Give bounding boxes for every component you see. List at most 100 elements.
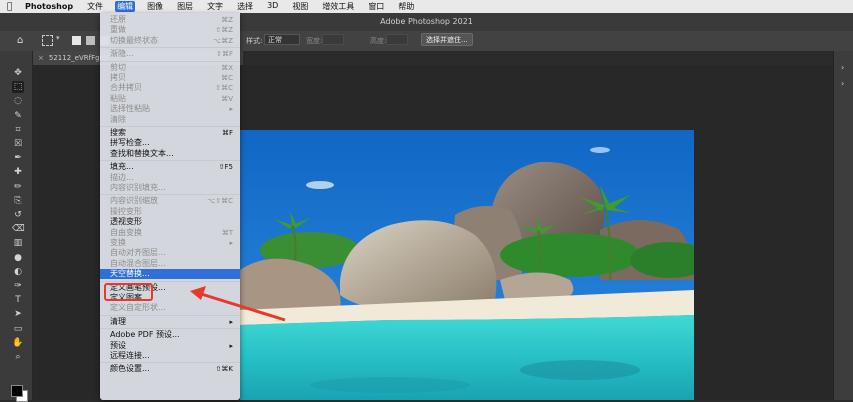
menu-item-label: 切换最终状态 <box>110 35 158 45</box>
path-select-icon[interactable]: ➤ <box>12 308 24 320</box>
hand-icon[interactable]: ✋ <box>12 337 24 349</box>
menu-item-shortcut: ⇧⌘F <box>216 50 233 59</box>
edit-menu-item: 变换 ▸ <box>100 238 240 248</box>
menu-item[interactable]: 窗口 <box>366 1 386 12</box>
edit-menu-item: 还原 ⌘Z <box>100 15 240 25</box>
style-select[interactable]: 正常 <box>264 34 300 45</box>
menu-item-label: 自由变换 <box>110 227 142 237</box>
menu-item-shortcut: ⌘X <box>221 63 233 72</box>
menu-item-shortcut: ⌘Z <box>221 16 233 24</box>
brush-icon[interactable]: ✏ <box>12 181 24 193</box>
window-title: Adobe Photoshop 2021 <box>380 17 473 26</box>
edit-menu-item: 剪切 ⌘X <box>100 63 240 73</box>
menu-item[interactable]: 图像 <box>145 1 165 12</box>
menu-item-sky-replacement[interactable]: 天空替换... <box>100 269 240 280</box>
menu-item[interactable]: 增效工具 <box>320 1 356 12</box>
gradient-icon[interactable]: ▥ <box>12 237 24 249</box>
menu-item-shortcut: ⇧⌘C <box>215 84 233 93</box>
eyedropper-icon[interactable]: ✒ <box>12 152 24 164</box>
close-tab-icon[interactable]: × <box>38 54 44 62</box>
new-selection-icon[interactable] <box>72 36 81 45</box>
select-and-mask-button[interactable]: 选择并遮住... <box>421 33 473 46</box>
app-menu[interactable]: Photoshop <box>25 2 73 11</box>
menu-item-label: 粘贴 <box>110 93 126 103</box>
style-select-value: 正常 <box>268 36 282 44</box>
edit-menu-item: 描边... <box>100 173 240 183</box>
quick-select-icon[interactable]: ✎ <box>12 110 24 122</box>
healing-icon[interactable]: ✚ <box>12 166 24 178</box>
marquee-preset-icon[interactable] <box>42 35 53 46</box>
menu-item-label: 渐隐... <box>110 49 134 59</box>
beach-photo <box>240 130 694 400</box>
edit-menu-item[interactable]: 清理 ▸ <box>100 317 240 327</box>
menu-item-label: 内容识别填充... <box>110 183 166 192</box>
edit-menu-item: 内容识别缩放 ⌥⇧⌘C <box>100 196 240 206</box>
apple-icon[interactable]:  <box>7 2 17 12</box>
frame-icon[interactable]: ☒ <box>12 138 24 150</box>
menu-item[interactable]: 文字 <box>205 1 225 12</box>
menu-item[interactable]: 选择 <box>235 1 255 12</box>
crop-icon[interactable]: ⌗ <box>12 124 24 136</box>
submenu-arrow-icon: ▸ <box>229 317 233 326</box>
style-label: 样式: <box>246 37 263 45</box>
height-field[interactable] <box>386 34 408 45</box>
history-brush-icon[interactable]: ↺ <box>12 209 24 221</box>
right-panel-strip: › › <box>833 51 853 400</box>
menu-item[interactable]: 编辑 <box>115 1 136 12</box>
home-icon[interactable]: ⌂ <box>17 35 23 46</box>
menu-item-label: 描边... <box>110 172 134 182</box>
pen-icon[interactable]: ✑ <box>12 280 24 292</box>
menu-item[interactable]: 3D <box>265 1 280 12</box>
dodge-icon[interactable]: ◐ <box>12 266 24 278</box>
menu-item-shortcut: ⌘C <box>221 74 233 82</box>
panel-toggle-icon[interactable]: › <box>841 63 844 72</box>
menu-item[interactable]: 视图 <box>290 1 310 12</box>
edit-menu-item[interactable]: 填充... ⇧F5 <box>100 162 240 172</box>
menu-separator <box>100 280 240 282</box>
edit-menu-item[interactable]: 远程连接... <box>100 351 240 361</box>
menu-item[interactable]: 帮助 <box>396 1 416 12</box>
height-label: 高度: <box>370 37 387 45</box>
menu-item-label: 透视变形 <box>110 217 142 227</box>
menu-item-shortcut: ⌘V <box>221 94 233 103</box>
menu-item[interactable]: 图层 <box>175 1 195 12</box>
edit-menu-item: 清除 <box>100 115 240 125</box>
zoom-icon[interactable]: ⌕ <box>12 351 24 363</box>
foreground-color-swatch[interactable] <box>11 385 23 397</box>
edit-menu-item[interactable]: Adobe PDF 预设... <box>100 330 240 340</box>
menu-separator <box>100 60 240 62</box>
rectangle-icon[interactable]: ▭ <box>12 323 24 335</box>
edit-menu-item: 渐隐... ⇧⌘F <box>100 49 240 59</box>
edit-menu-item: 切换最终状态 ⌥⌘Z <box>100 36 240 46</box>
edit-menu-item: 自动对齐图层... <box>100 248 240 258</box>
edit-menu-item[interactable]: 透视变形 <box>100 217 240 227</box>
menu-item[interactable]: 文件 <box>85 1 105 12</box>
blur-icon[interactable]: ● <box>12 252 24 264</box>
add-selection-icon[interactable] <box>86 36 95 45</box>
marquee-icon[interactable]: ⬚ <box>12 81 24 94</box>
chevron-down-icon[interactable]: ▾ <box>56 34 60 42</box>
menu-separator <box>100 314 240 316</box>
menu-item-label: 天空替换... <box>110 269 150 279</box>
edit-menu-item[interactable]: 预设 ▸ <box>100 341 240 351</box>
menu-item-label: 颜色设置... <box>110 364 150 374</box>
menu-item-label: 定义自定形状... <box>110 303 166 313</box>
menu-item-shortcut: ⇧⌘Z <box>215 26 233 35</box>
submenu-arrow-icon: ▸ <box>229 341 233 350</box>
edit-menu-item[interactable]: 查找和替换文本... <box>100 149 240 159</box>
edit-menu-item: 合并拷贝 ⇧⌘C <box>100 83 240 93</box>
highlight-box <box>104 283 153 301</box>
edit-menu-item[interactable]: 搜索 ⌘F <box>100 128 240 138</box>
panel-toggle-icon[interactable]: › <box>841 79 844 88</box>
stamp-icon[interactable]: ⎘ <box>12 195 24 207</box>
menu-separator <box>100 126 240 127</box>
lasso-icon[interactable]: ◌ <box>12 95 24 107</box>
type-icon[interactable]: T <box>12 294 24 306</box>
edit-menu-item: 粘贴 ⌘V <box>100 94 240 104</box>
menu-item-label: 自动混合图层... <box>110 258 166 268</box>
edit-menu-item[interactable]: 颜色设置... ⇧⌘K <box>100 364 240 374</box>
move-icon[interactable]: ✥ <box>12 67 24 79</box>
edit-menu-item[interactable]: 拼写检查... <box>100 138 240 148</box>
width-field[interactable] <box>322 34 344 45</box>
eraser-icon[interactable]: ⌫ <box>12 223 25 235</box>
